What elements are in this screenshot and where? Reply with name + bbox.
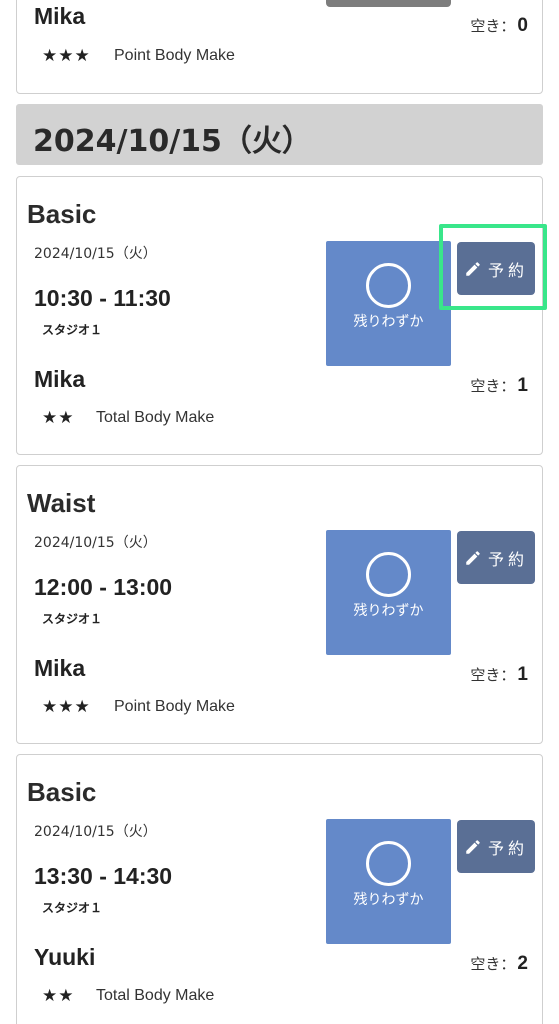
vacancy-indicator: 空き： 1 bbox=[470, 664, 528, 686]
vacancy-indicator: 空き： 2 bbox=[470, 953, 528, 975]
lesson-date: 2024/10/15（火） bbox=[34, 246, 157, 262]
pencil-icon bbox=[466, 261, 480, 276]
studio-name: スタジオ１ bbox=[42, 901, 103, 915]
instructor-name: Mika bbox=[34, 655, 86, 681]
vacancy-count: 1 bbox=[517, 375, 528, 396]
circle-icon bbox=[366, 263, 411, 308]
availability-status: 残りわずか bbox=[326, 530, 451, 655]
class-name: Basic bbox=[27, 199, 97, 229]
vacancy-indicator: 空き： 0 bbox=[470, 15, 528, 37]
reserve-label: 予約 bbox=[487, 549, 528, 569]
vacancy-count: 2 bbox=[517, 953, 528, 974]
program-name: Point Body Make bbox=[114, 47, 235, 64]
availability-status: 残りわずか bbox=[326, 241, 451, 366]
lesson-schedule-page: Mika 空き： 0 ★★★ Point Body Make 2024/10/15… bbox=[0, 0, 559, 1024]
lesson-card: Basic 2024/10/15（火） 10:30 - 11:30 スタジオ１ … bbox=[16, 176, 543, 455]
instructor-name: Mika bbox=[34, 366, 86, 392]
circle-icon bbox=[366, 841, 411, 886]
date-section-header: 2024/10/15（火） bbox=[16, 104, 543, 165]
lesson-date: 2024/10/15（火） bbox=[34, 535, 157, 551]
reserve-button[interactable]: 予約 bbox=[457, 242, 535, 295]
lesson-time: 12:00 - 13:00 bbox=[34, 574, 173, 600]
difficulty-stars: ★★ bbox=[42, 986, 75, 1006]
lesson-time: 10:30 - 11:30 bbox=[34, 285, 171, 311]
lesson-card: Basic 2024/10/15（火） 13:30 - 14:30 スタジオ１ … bbox=[16, 754, 543, 1024]
program-name: Total Body Make bbox=[96, 987, 215, 1004]
vacancy-label: 空き： bbox=[470, 17, 516, 35]
vacancy-count: 0 bbox=[517, 15, 528, 36]
reserve-label: 予約 bbox=[487, 260, 528, 280]
class-name: Waist bbox=[27, 488, 96, 518]
class-name: Basic bbox=[27, 777, 97, 807]
pencil-icon bbox=[466, 839, 480, 854]
reserve-button-partial[interactable] bbox=[326, 0, 451, 7]
vacancy-count: 1 bbox=[517, 664, 528, 685]
lesson-date: 2024/10/15（火） bbox=[34, 824, 157, 840]
reserve-label: 予約 bbox=[487, 838, 528, 858]
reserve-button[interactable]: 予約 bbox=[457, 531, 535, 584]
instructor-name: Mika bbox=[34, 3, 86, 29]
vacancy-label: 空き： bbox=[470, 955, 516, 973]
pencil-icon bbox=[466, 550, 480, 565]
status-text: 残りわずか bbox=[353, 314, 424, 330]
circle-icon bbox=[366, 552, 411, 597]
studio-name: スタジオ１ bbox=[42, 323, 103, 337]
program-name: Point Body Make bbox=[114, 698, 235, 715]
status-text: 残りわずか bbox=[353, 892, 424, 908]
vacancy-indicator: 空き： 1 bbox=[470, 375, 528, 397]
vacancy-label: 空き： bbox=[470, 377, 516, 395]
reserve-button[interactable]: 予約 bbox=[457, 820, 535, 873]
lesson-card-previous: Mika 空き： 0 ★★★ Point Body Make bbox=[16, 0, 543, 94]
lesson-card: Waist 2024/10/15（火） 12:00 - 13:00 スタジオ１ … bbox=[16, 465, 543, 744]
lesson-time: 13:30 - 14:30 bbox=[34, 863, 173, 889]
date-header-text: 2024/10/15（火） bbox=[33, 124, 312, 159]
difficulty-stars: ★★★ bbox=[42, 46, 91, 66]
difficulty-stars: ★★★ bbox=[42, 697, 91, 717]
program-name: Total Body Make bbox=[96, 409, 215, 426]
availability-status: 残りわずか bbox=[326, 819, 451, 944]
instructor-name: Yuuki bbox=[34, 944, 96, 970]
studio-name: スタジオ１ bbox=[42, 612, 103, 626]
status-text: 残りわずか bbox=[353, 603, 424, 619]
vacancy-label: 空き： bbox=[470, 666, 516, 684]
difficulty-stars: ★★ bbox=[42, 408, 75, 428]
